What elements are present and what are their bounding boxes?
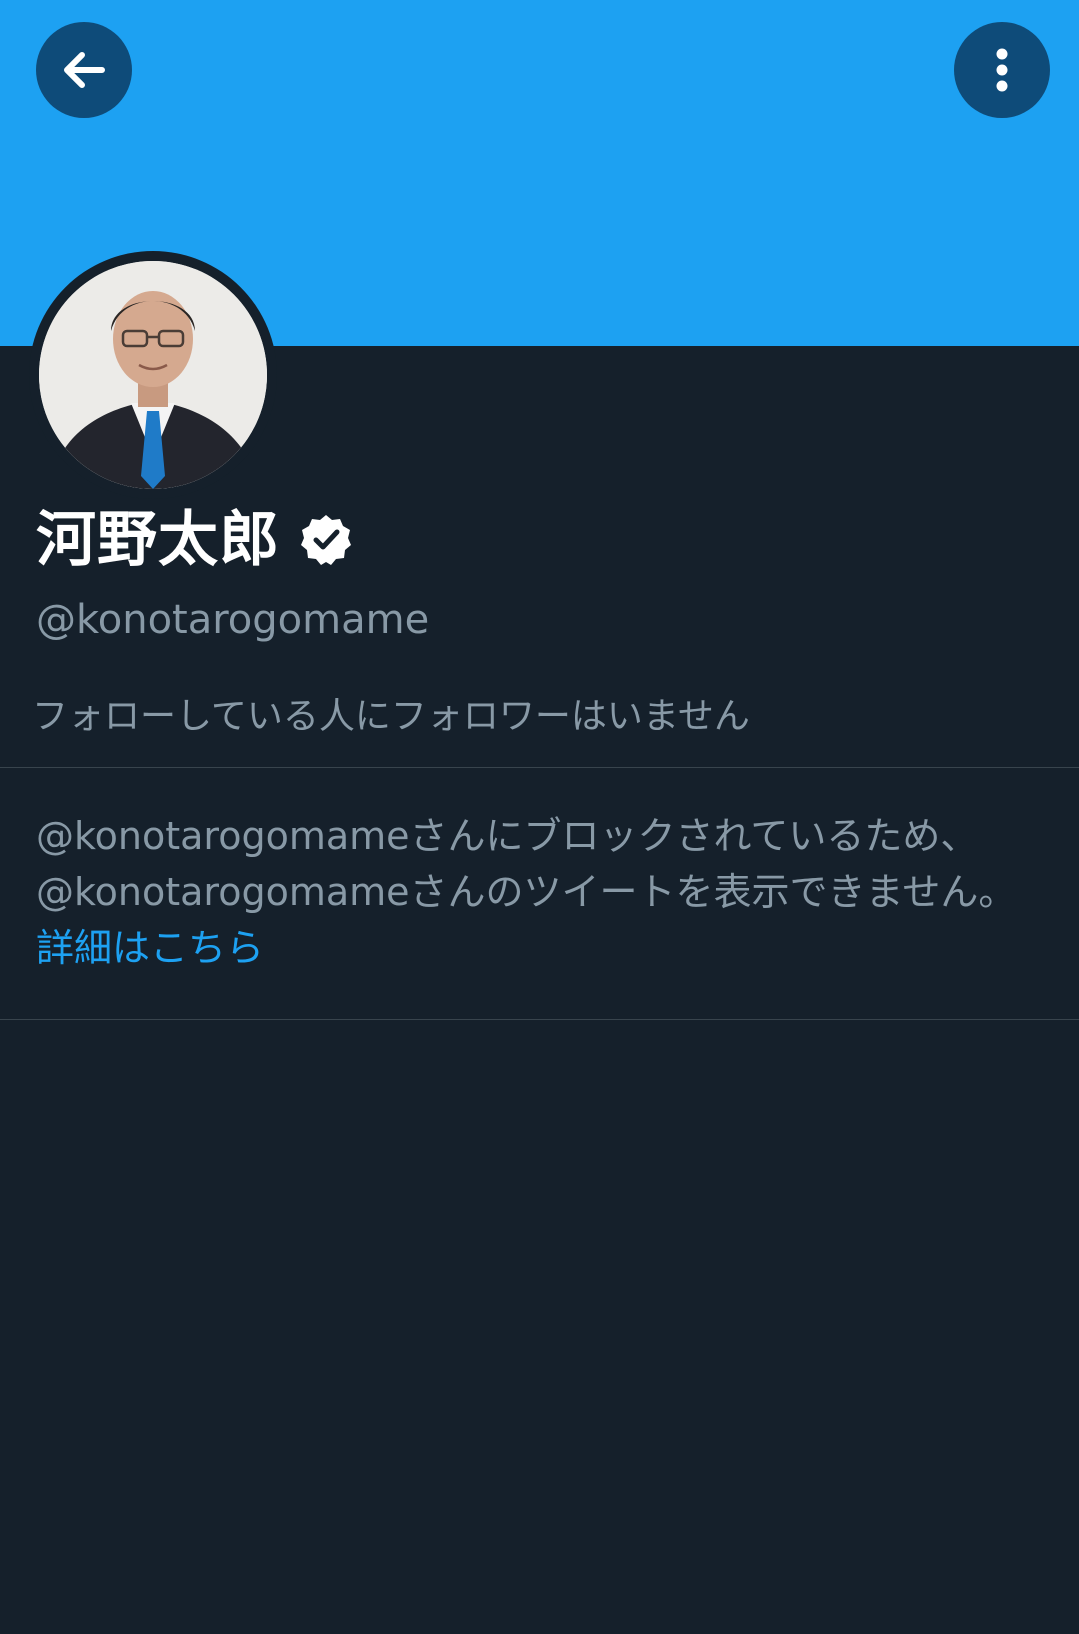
more-options-button[interactable] [954, 22, 1050, 118]
back-button[interactable] [36, 22, 132, 118]
display-name: 河野太郎 [36, 505, 280, 575]
display-name-row: 河野太郎 [36, 500, 354, 580]
learn-more-link[interactable]: 詳細はこちら [36, 926, 264, 970]
blocked-notice: @konotarogomameさんにブロックされているため、@konotarog… [36, 808, 1046, 976]
more-vertical-icon [996, 48, 1008, 92]
profile-photo [39, 261, 267, 489]
avatar[interactable] [39, 261, 267, 489]
profile-handle: @konotarogomame [36, 597, 430, 643]
blocked-message: @konotarogomameさんにブロックされているため、@konotarog… [36, 814, 1017, 914]
divider [0, 767, 1079, 768]
divider [0, 1019, 1079, 1020]
arrow-left-icon [64, 52, 105, 88]
followers-you-know-note: フォローしている人にフォロワーはいません [32, 696, 750, 737]
verified-badge-icon [298, 512, 354, 568]
